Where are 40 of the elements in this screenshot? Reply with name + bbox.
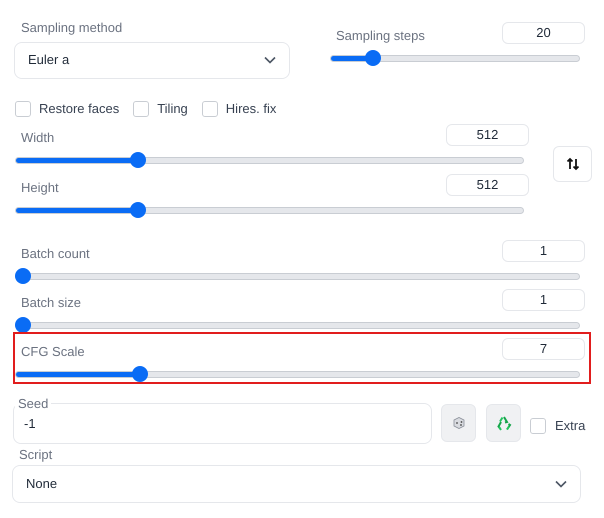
field-label: Batch size [21, 294, 81, 312]
checkbox[interactable] [15, 100, 31, 117]
slider-thumb[interactable] [130, 202, 146, 218]
number-field[interactable]: 1 [502, 289, 585, 311]
checkbox[interactable] [202, 100, 218, 117]
field-label: Batch count [21, 245, 90, 263]
recycle-button[interactable] [486, 404, 521, 442]
field-label: CFG Scale [21, 343, 85, 361]
checkbox-label[interactable]: Tiling [157, 99, 188, 118]
field-label: Sampling method [21, 19, 124, 37]
dropdown[interactable]: None [12, 465, 581, 503]
field-label: Height [21, 179, 59, 197]
dice-icon [452, 416, 466, 430]
number-field[interactable]: 512 [446, 124, 529, 146]
number-field[interactable]: 7 [502, 338, 585, 360]
slider-thumb[interactable] [365, 50, 382, 66]
recycle-icon [496, 416, 512, 430]
number-field[interactable]: 512 [446, 174, 529, 196]
checkbox-label[interactable]: Extra [555, 416, 586, 436]
checkbox[interactable] [530, 418, 546, 434]
swap-arrows-icon [566, 157, 580, 171]
slider-thumb[interactable] [15, 317, 31, 333]
number-field[interactable]: 20 [502, 22, 585, 44]
dice-button[interactable] [441, 404, 476, 442]
chevron-down-icon [555, 480, 567, 488]
checkbox-label[interactable]: Hires. fix [226, 99, 276, 118]
field-label: Script [19, 446, 52, 464]
dropdown-value: Euler a [28, 51, 70, 70]
field-label: Sampling steps [336, 27, 425, 45]
slider-thumb[interactable] [132, 366, 148, 382]
field-label: Width [21, 129, 54, 147]
swap-button[interactable] [553, 146, 592, 182]
checkbox[interactable] [133, 100, 150, 117]
chevron-down-icon [264, 56, 276, 64]
checkbox-label[interactable]: Restore faces [39, 99, 120, 118]
slider-thumb[interactable] [15, 268, 31, 284]
dropdown[interactable]: Euler a [14, 42, 290, 78]
slider-thumb[interactable] [130, 152, 146, 168]
number-field[interactable]: 1 [502, 240, 585, 262]
dropdown-value: None [26, 475, 58, 494]
